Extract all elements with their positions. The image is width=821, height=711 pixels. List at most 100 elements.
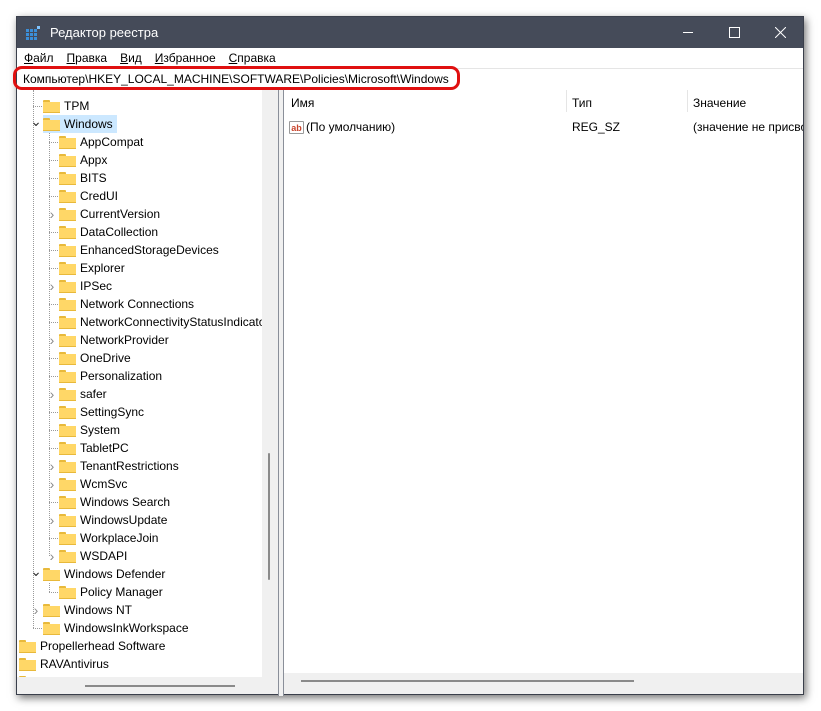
tree-item[interactable]: SettingSync (59, 403, 144, 421)
tree-item[interactable]: Appx (59, 151, 107, 169)
tree-item[interactable]: RAVAntivirus (19, 655, 109, 673)
tree-connector-line (49, 178, 58, 179)
tree-vertical-scroll-thumb[interactable] (268, 453, 270, 580)
tree-item-label: WindowsUpdate (80, 513, 168, 527)
chevron-right-icon[interactable]: › (47, 476, 57, 492)
tree-item-label: CurrentVersion (80, 207, 161, 221)
minimize-button[interactable] (665, 17, 711, 48)
tree-item[interactable]: Propellerhead Software (19, 637, 165, 655)
tree-item[interactable]: OneDrive (59, 349, 131, 367)
folder-icon (59, 477, 76, 491)
tree-item[interactable]: safer (59, 385, 107, 403)
close-button[interactable] (757, 17, 803, 48)
tree-item-label: WindowsInkWorkspace (64, 621, 189, 635)
list-horizontal-scrollbar[interactable] (284, 673, 803, 694)
menu-view-accel: В (120, 51, 129, 65)
folder-icon (19, 657, 36, 671)
folder-icon (59, 495, 76, 509)
tree-item[interactable]: TabletPC (59, 439, 129, 457)
chevron-right-icon[interactable]: › (47, 458, 57, 474)
chevron-right-icon[interactable]: › (31, 602, 41, 618)
tree-item[interactable]: Policy Manager (59, 583, 163, 601)
tree-item[interactable]: NetworkConnectivityStatusIndicator (59, 313, 262, 331)
list-horizontal-scroll-thumb[interactable] (301, 680, 634, 682)
folder-icon (59, 153, 76, 167)
tree-item[interactable]: IPSec (59, 277, 112, 295)
tree-item[interactable]: Windows NT (43, 601, 132, 619)
tree-item[interactable]: Windows Defender (43, 565, 165, 583)
column-header-name[interactable]: Имя (291, 96, 314, 110)
tree-item[interactable]: AppCompat (59, 133, 143, 151)
tree-item[interactable]: WSDAPI (59, 547, 127, 565)
tree-item-label: WcmSvc (80, 477, 128, 491)
tree-item[interactable]: TPM (43, 97, 89, 115)
tree-item[interactable]: BITS (59, 169, 107, 187)
chevron-down-icon[interactable]: ⌄ (30, 113, 42, 129)
tree-item-label: Explorer (80, 261, 125, 275)
column-header-type[interactable]: Тип (572, 96, 592, 110)
tree-connector-line (49, 430, 58, 431)
tree-vertical-scrollbar[interactable] (262, 90, 278, 677)
title-bar[interactable]: Редактор реестра (17, 17, 803, 48)
column-header-value[interactable]: Значение (693, 96, 746, 110)
tree-item-label: Windows Search (80, 495, 171, 509)
tree-item-label: OneDrive (80, 351, 131, 365)
chevron-right-icon[interactable]: › (47, 548, 57, 564)
folder-icon (59, 243, 76, 257)
tree-item[interactable]: TenantRestrictions (59, 457, 179, 475)
tree-item[interactable]: Windows (43, 115, 117, 133)
folder-icon (43, 603, 60, 617)
list-row[interactable]: ab (По умолчанию) REG_SZ (значение не при… (284, 118, 803, 136)
menu-view[interactable]: Вид (120, 51, 142, 65)
column-separator[interactable] (566, 90, 567, 112)
tree-item-label: WorkplaceJoin (80, 531, 159, 545)
menu-help[interactable]: Справка (229, 51, 276, 65)
folder-icon (59, 513, 76, 527)
tree-item[interactable]: WcmSvc (59, 475, 127, 493)
tree-item[interactable]: Explorer (59, 259, 125, 277)
tree-item-label: Appx (80, 153, 108, 167)
maximize-button[interactable] (711, 17, 757, 48)
menu-file[interactable]: Файл (24, 51, 54, 65)
folder-icon (59, 423, 76, 437)
tree-item[interactable]: Personalization (59, 367, 162, 385)
tree-item[interactable]: EnhancedStorageDevices (59, 241, 219, 259)
menu-favorites[interactable]: Избранное (155, 51, 216, 65)
tree-connector-line (33, 628, 42, 629)
tree-item[interactable]: DataCollection (59, 223, 158, 241)
menu-edit[interactable]: Правка (67, 51, 108, 65)
tree-item-label: NetworkProvider (80, 333, 169, 347)
folder-icon (59, 549, 76, 563)
chevron-right-icon[interactable]: › (47, 278, 57, 294)
tree-item-label: TPM (64, 99, 90, 113)
folder-icon (59, 207, 76, 221)
chevron-right-icon[interactable]: › (47, 512, 57, 528)
tree-item[interactable]: WindowsInkWorkspace (43, 619, 189, 637)
tree-item[interactable]: Network Connections (59, 295, 194, 313)
close-icon (774, 27, 786, 38)
tree-item[interactable]: Windows Search (59, 493, 170, 511)
chevron-right-icon[interactable]: › (47, 386, 57, 402)
chevron-right-icon[interactable]: › (47, 332, 57, 348)
tree-item[interactable]: WindowsUpdate (59, 511, 167, 529)
column-separator[interactable] (687, 90, 688, 112)
list-header: Имя Тип Значение (284, 90, 803, 112)
tree-connector-line (49, 448, 58, 449)
tree-horizontal-scrollbar[interactable] (17, 677, 278, 694)
address-bar (13, 66, 803, 91)
chevron-down-icon[interactable]: ⌄ (30, 563, 42, 579)
tree-item-label: TenantRestrictions (80, 459, 179, 473)
tree-item[interactable]: CurrentVersion (59, 205, 160, 223)
tree-connector-line (49, 304, 58, 305)
address-input[interactable] (23, 72, 783, 86)
tree-item[interactable]: NetworkProvider (59, 331, 169, 349)
tree-item[interactable]: System (59, 421, 120, 439)
tree-item[interactable]: WorkplaceJoin (59, 529, 158, 547)
tree-item-label: IPSec (80, 279, 113, 293)
tree-item-label: Windows Defender (64, 567, 166, 581)
value-name: (По умолчанию) (306, 120, 396, 134)
tree-horizontal-scroll-thumb[interactable] (85, 685, 235, 687)
tree-connector-line (49, 268, 58, 269)
chevron-right-icon[interactable]: › (47, 206, 57, 222)
tree-item[interactable]: CredUI (59, 187, 118, 205)
